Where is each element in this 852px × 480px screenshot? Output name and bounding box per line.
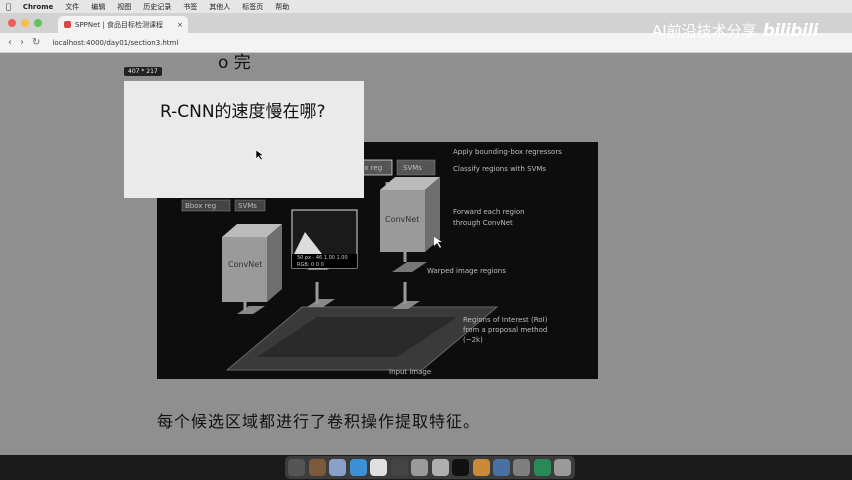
- page-content: o 完 407 * 217 Bbox reg SVMs Bbox reg SVM…: [0, 53, 852, 455]
- dock-app-icon[interactable]: [370, 459, 388, 476]
- menu-item-view[interactable]: 视图: [117, 2, 131, 12]
- forward-label: Forward each region: [453, 208, 525, 216]
- dock-app-icon[interactable]: [431, 459, 449, 476]
- dock-app-icon[interactable]: [452, 459, 470, 476]
- bilibili-logo: bilibili: [762, 20, 819, 41]
- menu-item-tabs[interactable]: 标签页: [242, 2, 263, 12]
- svms-label-left: SVMs: [238, 202, 257, 210]
- selection-dimension-badge: 407 * 217: [124, 67, 162, 76]
- dock-app-icon[interactable]: [288, 459, 306, 476]
- apple-menu-icon[interactable]: : [6, 2, 11, 11]
- window-controls: [8, 19, 42, 27]
- dock-app-icon[interactable]: [513, 459, 531, 476]
- svms-label-right: SVMs: [403, 164, 422, 172]
- close-window-button[interactable]: [8, 19, 16, 27]
- menu-app-name[interactable]: Chrome: [23, 3, 53, 11]
- warped-label: Warped image regions: [427, 267, 506, 275]
- reload-icon[interactable]: ↻: [32, 37, 40, 48]
- input-image-label: Input image: [389, 368, 431, 376]
- menu-item-help[interactable]: 帮助: [275, 2, 289, 12]
- convnet-label-left: ConvNet: [228, 260, 262, 269]
- browser-tab[interactable]: SPPNet | 食品目标检测课程 ×: [58, 16, 188, 33]
- convnet-label-right: ConvNet: [385, 215, 419, 224]
- minimize-window-button[interactable]: [21, 19, 29, 27]
- apply-bbox-label: Apply bounding-box regressors: [453, 148, 562, 156]
- address-bar[interactable]: localhost:4000/day01/section3.html: [52, 39, 178, 47]
- dock-app-icon[interactable]: [554, 459, 572, 476]
- watermark: AI前沿技术分享 bilibili: [652, 20, 819, 41]
- dock: [285, 456, 575, 479]
- zoom-info-line-2: RGB: 0 0 0: [297, 262, 324, 268]
- roi-label-1: Regions of Interest (RoI): [463, 316, 548, 324]
- dock-app-icon[interactable]: [329, 459, 347, 476]
- close-tab-icon[interactable]: ×: [177, 21, 188, 29]
- pointer-cursor-icon: [255, 149, 265, 161]
- screenshot-selection-region[interactable]: R-CNN的速度慢在哪?: [124, 81, 364, 198]
- dock-app-icon[interactable]: [390, 459, 408, 476]
- classify-label: Classify regions with SVMs: [453, 165, 546, 173]
- proposal-box-1: [237, 306, 265, 314]
- warped-region-3: [392, 262, 427, 272]
- proposal-box-2: [307, 299, 335, 307]
- dock-area: [0, 455, 852, 480]
- dock-app-icon[interactable]: [308, 459, 326, 476]
- back-icon[interactable]: ‹: [8, 37, 12, 48]
- through-label: through ConvNet: [453, 219, 513, 227]
- slide-caption: 每个候选区域都进行了卷积操作提取特征。: [157, 412, 481, 431]
- menu-item-bookmarks[interactable]: 书签: [183, 2, 197, 12]
- menu-item-history[interactable]: 历史记录: [143, 2, 171, 12]
- menu-item-file[interactable]: 文件: [65, 2, 79, 12]
- dock-app-icon[interactable]: [411, 459, 429, 476]
- watermark-text: AI前沿技术分享: [652, 22, 757, 40]
- slide-heading: R-CNN的速度慢在哪?: [160, 102, 326, 122]
- menu-bar:  Chrome 文件 编辑 视图 历史记录 书签 其他人 标签页 帮助: [0, 0, 852, 13]
- dock-app-icon[interactable]: [492, 459, 510, 476]
- dock-app-icon[interactable]: [349, 459, 367, 476]
- bbox-reg-label-left: Bbox reg: [185, 202, 216, 210]
- dock-app-icon[interactable]: [472, 459, 490, 476]
- roi-label-2: from a proposal method: [463, 326, 547, 334]
- bullet-fragment: o 完: [218, 53, 251, 73]
- dock-app-icon[interactable]: [533, 459, 551, 476]
- forward-icon[interactable]: ›: [20, 37, 24, 48]
- zoom-info-line-1: 50 px · 46 1.00 1.00: [297, 255, 348, 261]
- favicon-icon: [64, 21, 71, 28]
- menu-item-people[interactable]: 其他人: [209, 2, 230, 12]
- menu-item-edit[interactable]: 编辑: [91, 2, 105, 12]
- roi-label-3: (~2k): [463, 336, 483, 344]
- tab-title: SPPNet | 食品目标检测课程: [75, 20, 163, 29]
- zoom-window-button[interactable]: [34, 19, 42, 27]
